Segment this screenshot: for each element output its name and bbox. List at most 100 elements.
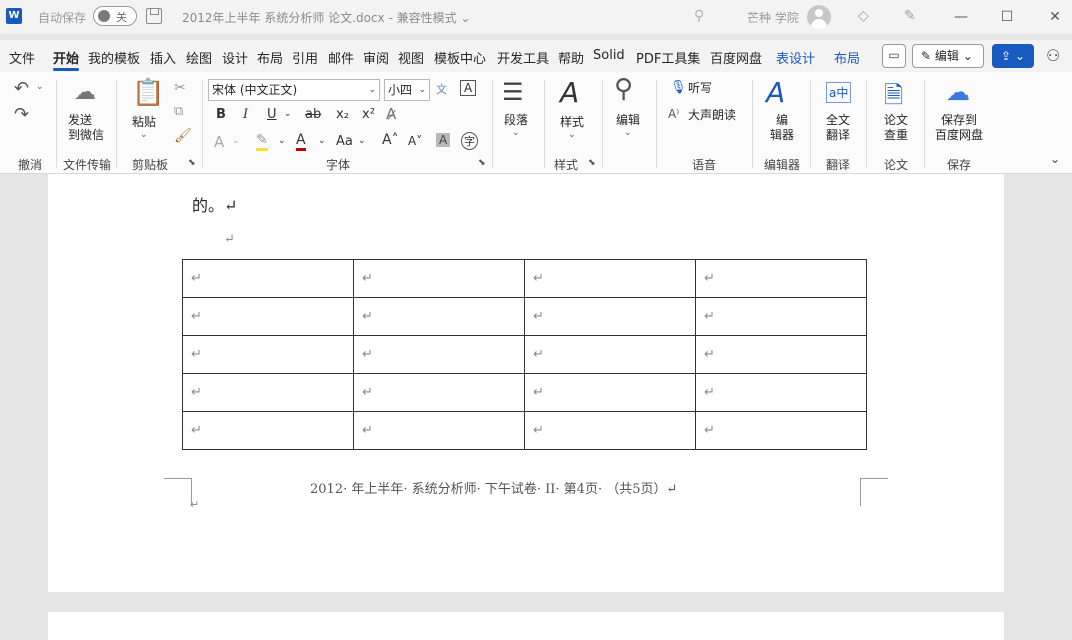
tab-layout[interactable]: 布局 bbox=[257, 48, 283, 67]
thesis-label-line1[interactable]: 论文 bbox=[884, 113, 908, 128]
minimize-button[interactable]: — bbox=[946, 6, 976, 28]
wechat-icon[interactable]: ☁ bbox=[74, 80, 96, 105]
cut-icon[interactable]: ✂ bbox=[174, 80, 186, 96]
tab-view[interactable]: 视图 bbox=[398, 48, 424, 67]
italic-button[interactable]: I bbox=[243, 107, 248, 122]
table-cell[interactable]: ↵ bbox=[353, 411, 525, 450]
styles-label[interactable]: 样式 bbox=[560, 115, 584, 130]
table-cell[interactable]: ↵ bbox=[182, 297, 354, 336]
table-cell[interactable]: ↵ bbox=[695, 373, 867, 412]
char-shading-button[interactable]: A bbox=[436, 133, 451, 147]
table-cell[interactable]: ↵ bbox=[353, 373, 525, 412]
underline-button[interactable]: U bbox=[267, 107, 277, 122]
table-cell[interactable]: ↵ bbox=[353, 335, 525, 374]
microphone-icon[interactable]: 🎙 bbox=[670, 80, 687, 95]
chevron-down-icon[interactable]: ⌄ bbox=[232, 136, 240, 146]
share-button[interactable]: ⇪ ⌄ bbox=[992, 44, 1034, 68]
chevron-down-icon[interactable]: ⌄ bbox=[36, 82, 44, 92]
table-cell[interactable]: ↵ bbox=[524, 335, 696, 374]
document-page[interactable]: 的。↵ ↵ ↵ ↵ ↵ ↵ ↵ ↵ ↵ ↵ ↵ ↵ ↵ ↵ ↵ ↵ ↵ ↵ ↵ bbox=[48, 174, 1004, 592]
chevron-down-icon[interactable]: ⌄ bbox=[278, 136, 286, 146]
table-cell[interactable]: ↵ bbox=[182, 373, 354, 412]
tab-insert[interactable]: 插入 bbox=[150, 48, 176, 67]
tab-template-center[interactable]: 模板中心 bbox=[434, 48, 486, 67]
translate-label-line2[interactable]: 翻译 bbox=[826, 128, 850, 143]
table-cell[interactable]: ↵ bbox=[524, 297, 696, 336]
dialog-launcher-icon[interactable]: ⬊ bbox=[478, 158, 486, 168]
editor-label-line2[interactable]: 辑器 bbox=[770, 128, 794, 143]
char-border-icon[interactable]: A bbox=[460, 80, 477, 96]
document-table[interactable]: ↵ ↵ ↵ ↵ ↵ ↵ ↵ ↵ ↵ ↵ ↵ ↵ ↵ ↵ ↵ ↵ ↵ ↵ ↵ ↵ bbox=[182, 259, 867, 450]
editor-icon[interactable]: A bbox=[766, 76, 785, 109]
copy-icon[interactable]: ⧉ bbox=[174, 104, 183, 119]
send-to-wechat-line1[interactable]: 发送 bbox=[68, 113, 92, 128]
pinyin-guide-icon[interactable]: 文 bbox=[436, 81, 447, 97]
tab-draw[interactable]: 绘图 bbox=[186, 48, 212, 67]
chevron-down-icon[interactable]: ⌄ bbox=[512, 128, 520, 138]
table-cell[interactable]: ↵ bbox=[353, 297, 525, 336]
thesis-label-line2[interactable]: 查重 bbox=[884, 128, 908, 143]
tab-baidu-netdisk[interactable]: 百度网盘 bbox=[710, 48, 762, 67]
tab-table-design[interactable]: 表设计 bbox=[776, 48, 815, 67]
chevron-down-icon[interactable]: ⌄ bbox=[568, 130, 576, 140]
undo-icon[interactable]: ↶ bbox=[14, 78, 29, 99]
translate-label-line1[interactable]: 全文 bbox=[826, 113, 850, 128]
chevron-down-icon[interactable]: ⌄ bbox=[140, 130, 148, 140]
chevron-down-icon[interactable]: ⌄ bbox=[318, 136, 326, 146]
dialog-launcher-icon[interactable]: ⬊ bbox=[588, 158, 596, 168]
tab-references[interactable]: 引用 bbox=[292, 48, 318, 67]
redo-icon[interactable]: ↷ bbox=[14, 104, 29, 125]
user-name[interactable]: 芒种 学院 bbox=[747, 9, 799, 26]
table-cell[interactable]: ↵ bbox=[695, 259, 867, 298]
table-cell[interactable]: ↵ bbox=[524, 259, 696, 298]
tab-home[interactable]: 开始 bbox=[53, 48, 80, 71]
read-aloud-icon[interactable]: A⁾ bbox=[668, 107, 679, 121]
send-to-wechat-line2[interactable]: 到微信 bbox=[68, 128, 104, 143]
grow-font-button[interactable]: A˄ bbox=[382, 132, 399, 148]
translate-icon[interactable]: a中 bbox=[826, 82, 852, 103]
pen-icon[interactable]: ✎ bbox=[904, 8, 916, 24]
close-button[interactable]: ✕ bbox=[1040, 6, 1070, 28]
dialog-launcher-icon[interactable]: ⬊ bbox=[188, 158, 196, 168]
table-cell[interactable]: ↵ bbox=[695, 297, 867, 336]
table-cell[interactable]: ↵ bbox=[695, 335, 867, 374]
save-baidu-label-line1[interactable]: 保存到 bbox=[941, 113, 977, 128]
shrink-font-button[interactable]: A˅ bbox=[408, 134, 422, 148]
baidu-cloud-icon[interactable]: ☁ bbox=[946, 78, 970, 106]
tab-solid[interactable]: Solid bbox=[593, 48, 625, 63]
chevron-down-icon[interactable]: ⌄ bbox=[624, 128, 632, 138]
table-cell[interactable]: ↵ bbox=[353, 259, 525, 298]
tab-review[interactable]: 审阅 bbox=[363, 48, 389, 67]
tab-help[interactable]: 帮助 bbox=[558, 48, 584, 67]
body-text-line[interactable]: 的。↵ bbox=[192, 192, 237, 216]
format-painter-icon[interactable]: 🖌 bbox=[174, 128, 192, 144]
tab-table-layout[interactable]: 布局 bbox=[834, 48, 860, 67]
enclose-char-button[interactable]: 字 bbox=[461, 132, 478, 150]
editing-label[interactable]: 编辑 bbox=[616, 113, 640, 128]
subscript-button[interactable]: x₂ bbox=[336, 107, 349, 122]
diamond-icon[interactable]: ◇ bbox=[858, 8, 869, 24]
tab-file[interactable]: 文件 bbox=[9, 48, 35, 67]
paragraph-icon[interactable]: ☰ bbox=[502, 78, 524, 106]
change-case-button[interactable]: Aa bbox=[336, 134, 353, 149]
read-aloud-label[interactable]: 大声朗读 bbox=[688, 108, 736, 123]
highlight-icon[interactable]: ✎ bbox=[256, 132, 268, 151]
text-effects-icon[interactable]: A bbox=[214, 133, 224, 151]
search-icon[interactable]: ⚲ bbox=[694, 8, 704, 24]
paragraph-label[interactable]: 段落 bbox=[504, 113, 528, 128]
superscript-button[interactable]: x² bbox=[362, 107, 375, 122]
tab-developer[interactable]: 开发工具 bbox=[497, 48, 549, 67]
table-cell[interactable]: ↵ bbox=[695, 411, 867, 450]
font-color-button[interactable]: A bbox=[296, 132, 306, 151]
table-cell[interactable]: ↵ bbox=[182, 335, 354, 374]
paste-icon[interactable]: 📋 bbox=[132, 78, 164, 108]
document-title[interactable]: 2012年上半年 系统分析师 论文.docx - 兼容性模式 ⌄ bbox=[182, 9, 470, 26]
editing-mode-button[interactable]: ✎ 编辑 ⌄ bbox=[912, 44, 984, 68]
font-size-select[interactable]: 小四 ⌄ bbox=[384, 79, 430, 101]
tab-mailings[interactable]: 邮件 bbox=[328, 48, 354, 67]
strikethrough-button[interactable]: ab bbox=[305, 107, 321, 122]
maximize-button[interactable]: ☐ bbox=[992, 6, 1022, 28]
save-baidu-label-line2[interactable]: 百度网盘 bbox=[935, 128, 983, 143]
styles-icon[interactable]: A bbox=[560, 76, 579, 109]
font-name-select[interactable]: 宋体 (中文正文) ⌄ bbox=[208, 79, 380, 101]
